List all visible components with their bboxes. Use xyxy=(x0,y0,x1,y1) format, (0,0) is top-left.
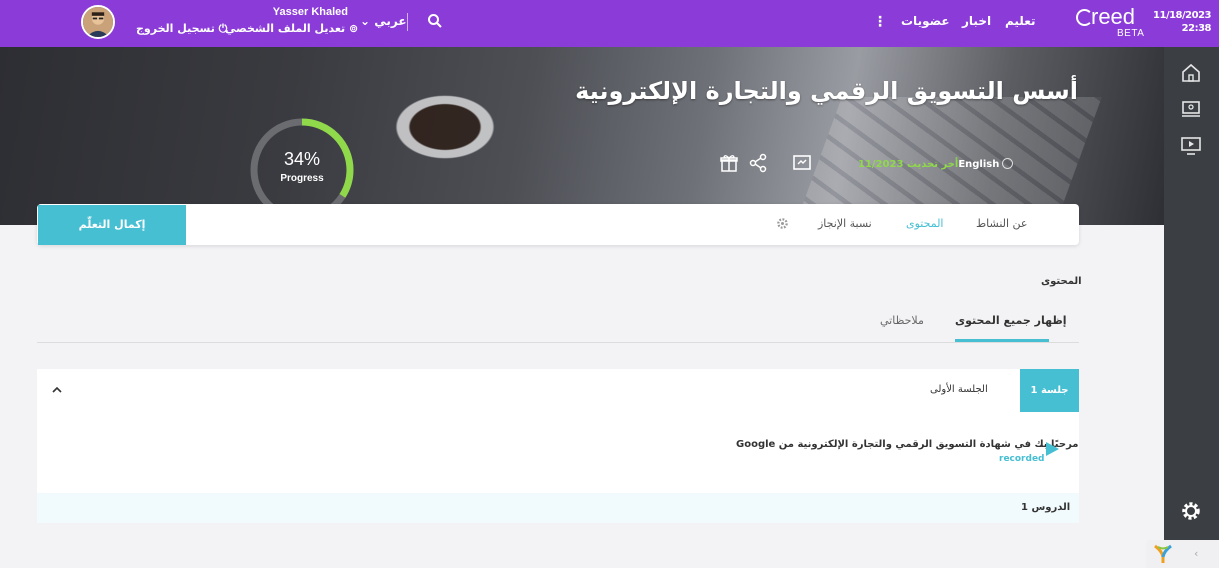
avatar-person-icon xyxy=(83,7,113,37)
logo-text: reed xyxy=(1091,4,1136,29)
home-icon[interactable] xyxy=(1180,62,1202,84)
classroom-icon[interactable] xyxy=(1180,99,1202,121)
subtabs-divider xyxy=(37,342,1079,343)
lesson-type-badge: recorded xyxy=(999,454,1045,464)
video-lesson-icon[interactable] xyxy=(1180,135,1202,157)
edit-profile-label: تعديل الملف الشخصي xyxy=(225,22,346,35)
course-meta: Englishأخر تحديث 11/2023 xyxy=(858,158,1014,172)
search-icon[interactable] xyxy=(427,13,443,29)
hero-background-keyboard xyxy=(798,97,1102,217)
course-language: English xyxy=(958,159,1000,170)
more-menu-icon[interactable]: ⋮ xyxy=(873,12,887,32)
tab-completion-rate[interactable]: نسبة الإنجاز xyxy=(818,217,872,230)
session-name: الجلسة الأولى xyxy=(930,384,988,395)
nav-learning[interactable]: تعليم xyxy=(1005,14,1036,28)
play-icon[interactable] xyxy=(1044,441,1060,457)
lesson-title[interactable]: مرحبًا بك في شهادة التسويق الرقمي والتجا… xyxy=(736,439,1078,450)
globe-icon xyxy=(1002,158,1014,169)
last-updated-value: 11/2023 xyxy=(858,159,904,170)
share-icon[interactable] xyxy=(748,153,768,173)
edit-profile-link[interactable]: تعديل الملف الشخصي ⊚ xyxy=(225,22,358,35)
course-tabs-card: إكمال التعلّم عن النشاط المحتوى نسبة الإ… xyxy=(37,204,1079,245)
last-updated-label: أخر تحديث xyxy=(906,159,959,170)
subtab-show-all-content[interactable]: إظهار جميع المحتوى xyxy=(955,314,1067,327)
settings-gear-icon[interactable] xyxy=(776,217,789,230)
tab-about-activity[interactable]: عن النشاط xyxy=(976,217,1028,230)
course-title: أسس التسويق الرقمي والتجارة الإلكترونية xyxy=(575,77,1078,105)
oreed-logo[interactable]: reed BETA xyxy=(1076,4,1156,39)
logout-link[interactable]: تسجيل الخروج ⏻ xyxy=(136,22,227,36)
nav-memberships[interactable]: عضويات xyxy=(901,14,950,28)
chevron-down-icon: ⌄ xyxy=(360,14,371,28)
chevron-left-icon: ‹ xyxy=(1194,547,1199,560)
right-sidebar xyxy=(1164,47,1219,568)
avatar[interactable] xyxy=(81,5,115,39)
complete-learning-button[interactable]: إكمال التعلّم xyxy=(38,205,186,245)
subtab-my-notes[interactable]: ملاحظاتي xyxy=(880,314,924,327)
nav-divider xyxy=(407,13,408,31)
current-time: 22:38 xyxy=(1181,23,1212,34)
top-navigation-bar: 11/18/2023 22:38 reed BETA تعليم اخبار ع… xyxy=(0,0,1219,47)
content-section-title: المحتوى xyxy=(1041,276,1082,287)
nav-news[interactable]: اخبار xyxy=(962,14,991,28)
user-name: Yasser Khaled xyxy=(272,6,348,18)
debug-toolbar-widget[interactable]: ‹ xyxy=(1146,540,1219,568)
chevron-up-icon[interactable] xyxy=(51,384,63,396)
current-date: 11/18/2023 xyxy=(1153,10,1211,21)
progress-label: Progress xyxy=(280,173,324,184)
lessons-summary-row: الدروس 1 xyxy=(37,493,1079,523)
date-time: 11/18/2023 22:38 xyxy=(1153,9,1211,35)
language-label: عربي xyxy=(374,14,407,28)
progress-percent: 34% xyxy=(283,149,321,169)
beta-badge: BETA xyxy=(1117,28,1145,39)
yii-logo-icon xyxy=(1154,544,1172,563)
tab-content[interactable]: المحتوى xyxy=(906,217,943,230)
user-circle-icon: ⊚ xyxy=(349,22,359,35)
logout-label: تسجيل الخروج xyxy=(136,22,215,35)
floating-settings-gear-icon[interactable] xyxy=(1180,500,1202,522)
gift-icon[interactable] xyxy=(719,153,739,173)
lessons-count: الدروس 1 xyxy=(1021,502,1071,513)
session-card: جلسة 1 الجلسة الأولى مرحبًا بك في شهادة … xyxy=(37,369,1079,523)
language-selector[interactable]: ⌄ عربي xyxy=(360,14,407,28)
session-badge: جلسة 1 xyxy=(1020,369,1079,412)
certificate-icon[interactable] xyxy=(792,153,812,173)
hero-background-cup xyxy=(375,82,515,172)
power-icon: ⏻ xyxy=(218,22,228,35)
course-hero-banner: أسس التسويق الرقمي والتجارة الإلكترونية … xyxy=(0,47,1164,225)
